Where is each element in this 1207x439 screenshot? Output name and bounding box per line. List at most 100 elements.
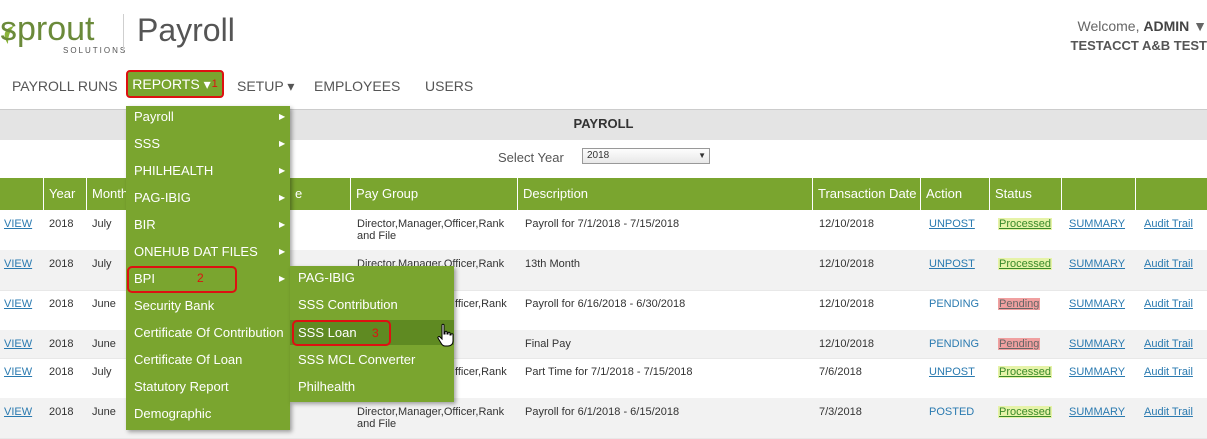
logo-wordmark: sprout bbox=[0, 10, 95, 49]
nav-setup[interactable]: SETUP ▾ bbox=[237, 78, 294, 95]
col-header-pay-group: Pay Group bbox=[350, 178, 517, 210]
row-audit-trail-link[interactable]: Audit Trail bbox=[1144, 366, 1193, 378]
row-summary-link[interactable]: SUMMARY bbox=[1069, 218, 1125, 230]
row-description: Payroll for 6/1/2018 - 6/15/2018 bbox=[525, 406, 679, 418]
row-action-link[interactable]: UNPOST bbox=[929, 366, 975, 378]
row-action-link[interactable]: PENDING bbox=[929, 298, 979, 310]
row-audit-trail-link[interactable]: Audit Trail bbox=[1144, 338, 1193, 350]
hand-cursor-icon bbox=[437, 323, 455, 349]
row-summary-link[interactable]: SUMMARY bbox=[1069, 366, 1125, 378]
reports-menu-item-demographic[interactable]: Demographic bbox=[134, 406, 211, 421]
app-title: Payroll bbox=[137, 12, 235, 49]
row-summary-link[interactable]: SUMMARY bbox=[1069, 258, 1125, 270]
row-month: June bbox=[92, 298, 116, 310]
row-summary-link[interactable]: SUMMARY bbox=[1069, 406, 1125, 418]
row-transaction-date: 12/10/2018 bbox=[819, 338, 874, 350]
header-divider bbox=[123, 14, 124, 52]
logo-subtitle: SOLUTIONS bbox=[63, 46, 127, 55]
row-pay-group-line2: and File bbox=[357, 230, 396, 242]
col-header-transaction-date: Transaction Date bbox=[812, 178, 920, 210]
col-header-blank: e bbox=[290, 178, 350, 210]
row-status[interactable]: Processed bbox=[998, 258, 1052, 270]
row-description: Part Time for 7/1/2018 - 7/15/2018 bbox=[525, 366, 693, 378]
reports-menu-item-philhealth[interactable]: PHILHEALTH bbox=[134, 163, 213, 178]
row-pay-group-line2: and File bbox=[357, 418, 396, 430]
submenu-arrow-icon: ▶ bbox=[279, 112, 285, 121]
row-view-link[interactable]: VIEW bbox=[4, 406, 32, 418]
reports-menu-item-sss[interactable]: SSS bbox=[134, 136, 160, 151]
row-view-link[interactable]: VIEW bbox=[4, 366, 32, 378]
row-summary-link[interactable]: SUMMARY bbox=[1069, 338, 1125, 350]
row-audit-trail-link[interactable]: Audit Trail bbox=[1144, 258, 1193, 270]
bpi-menu-item-sss-contribution[interactable]: SSS Contribution bbox=[298, 297, 398, 312]
row-audit-trail-link[interactable]: Audit Trail bbox=[1144, 406, 1193, 418]
row-summary-link[interactable]: SUMMARY bbox=[1069, 298, 1125, 310]
row-view-link[interactable]: VIEW bbox=[4, 298, 32, 310]
row-view-link[interactable]: VIEW bbox=[4, 338, 32, 350]
submenu-arrow-icon: ▶ bbox=[279, 274, 285, 283]
row-year: 2018 bbox=[49, 406, 73, 418]
select-arrow-icon: ▼ bbox=[698, 149, 706, 163]
row-pay-group: Director,Manager,Officer,Rank bbox=[357, 406, 504, 418]
row-action-link[interactable]: UNPOST bbox=[929, 218, 975, 230]
row-audit-trail-link[interactable]: Audit Trail bbox=[1144, 218, 1193, 230]
bpi-menu-item-pag-ibig[interactable]: PAG-IBIG bbox=[298, 270, 355, 285]
row-status[interactable]: Processed bbox=[998, 366, 1052, 378]
nav-reports[interactable]: REPORTS ▾ 1 bbox=[126, 70, 224, 98]
reports-menu-item-payroll[interactable]: Payroll bbox=[134, 109, 174, 124]
row-month: June bbox=[92, 338, 116, 350]
row-audit-trail-link[interactable]: Audit Trail bbox=[1144, 298, 1193, 310]
row-year: 2018 bbox=[49, 298, 73, 310]
submenu-arrow-icon: ▶ bbox=[279, 247, 285, 256]
user-name[interactable]: ADMIN bbox=[1143, 18, 1189, 34]
row-action-link[interactable]: POSTED bbox=[929, 406, 974, 418]
year-select-value: 2018 bbox=[587, 150, 609, 161]
col-header-status: Status bbox=[989, 178, 1061, 210]
sprout-logo: sprout SOLUTIONS bbox=[0, 8, 115, 58]
submenu-arrow-icon: ▶ bbox=[279, 220, 285, 229]
nav-payroll-runs[interactable]: PAYROLL RUNS bbox=[12, 78, 118, 94]
row-status[interactable]: Processed bbox=[998, 406, 1052, 418]
bpi-menu-item-sss-mcl-converter[interactable]: SSS MCL Converter bbox=[298, 352, 415, 367]
row-month: July bbox=[92, 218, 112, 230]
row-transaction-date: 12/10/2018 bbox=[819, 258, 874, 270]
row-transaction-date: 7/3/2018 bbox=[819, 406, 862, 418]
annotation-box-bpi bbox=[127, 266, 237, 293]
row-month: July bbox=[92, 366, 112, 378]
row-status[interactable]: Processed bbox=[998, 218, 1052, 230]
company-name: TESTACCT A&B TEST bbox=[1071, 38, 1207, 53]
bpi-menu-item-philhealth[interactable]: Philhealth bbox=[298, 379, 355, 394]
reports-menu-item-statutory-report[interactable]: Statutory Report bbox=[134, 379, 229, 394]
row-transaction-date: 12/10/2018 bbox=[819, 218, 874, 230]
col-header-month: Month bbox=[86, 178, 128, 210]
reports-menu-item-onehub-dat-files[interactable]: ONEHUB DAT FILES bbox=[134, 244, 258, 259]
row-month: July bbox=[92, 258, 112, 270]
row-action-link[interactable]: UNPOST bbox=[929, 258, 975, 270]
col-header-year: Year bbox=[43, 178, 86, 210]
col-header-summary bbox=[1061, 178, 1135, 210]
reports-menu-item-certificate-of-contribution[interactable]: Certificate Of Contribution bbox=[134, 325, 284, 340]
row-view-link[interactable]: VIEW bbox=[4, 258, 32, 270]
row-status[interactable]: Pending bbox=[998, 298, 1040, 310]
reports-menu-item-security-bank[interactable]: Security Bank bbox=[134, 298, 214, 313]
row-description: 13th Month bbox=[525, 258, 580, 270]
reports-menu-item-pag-ibig[interactable]: PAG-IBIG bbox=[134, 190, 191, 205]
row-pay-group: fficer,Rank bbox=[455, 366, 507, 378]
nav-users[interactable]: USERS bbox=[425, 78, 473, 94]
row-status[interactable]: Pending bbox=[998, 338, 1040, 350]
row-action-link[interactable]: PENDING bbox=[929, 338, 979, 350]
row-pay-group: fficer,Rank bbox=[455, 298, 507, 310]
user-menu-caret-icon[interactable]: ▼ bbox=[1193, 18, 1207, 34]
nav-employees[interactable]: EMPLOYEES bbox=[314, 78, 400, 94]
welcome-text: Welcome, bbox=[1077, 18, 1139, 34]
nav-reports-label: REPORTS ▾ bbox=[132, 76, 210, 93]
welcome-menu[interactable]: Welcome, ADMIN ▼ bbox=[1077, 18, 1207, 34]
reports-menu-item-bir[interactable]: BIR bbox=[134, 217, 156, 232]
reports-menu-item-certificate-of-loan[interactable]: Certificate Of Loan bbox=[134, 352, 242, 367]
row-year: 2018 bbox=[49, 218, 73, 230]
row-year: 2018 bbox=[49, 338, 73, 350]
year-select[interactable]: 2018 ▼ bbox=[582, 148, 710, 164]
row-view-link[interactable]: VIEW bbox=[4, 218, 32, 230]
submenu-arrow-icon: ▶ bbox=[279, 166, 285, 175]
row-year: 2018 bbox=[49, 258, 73, 270]
